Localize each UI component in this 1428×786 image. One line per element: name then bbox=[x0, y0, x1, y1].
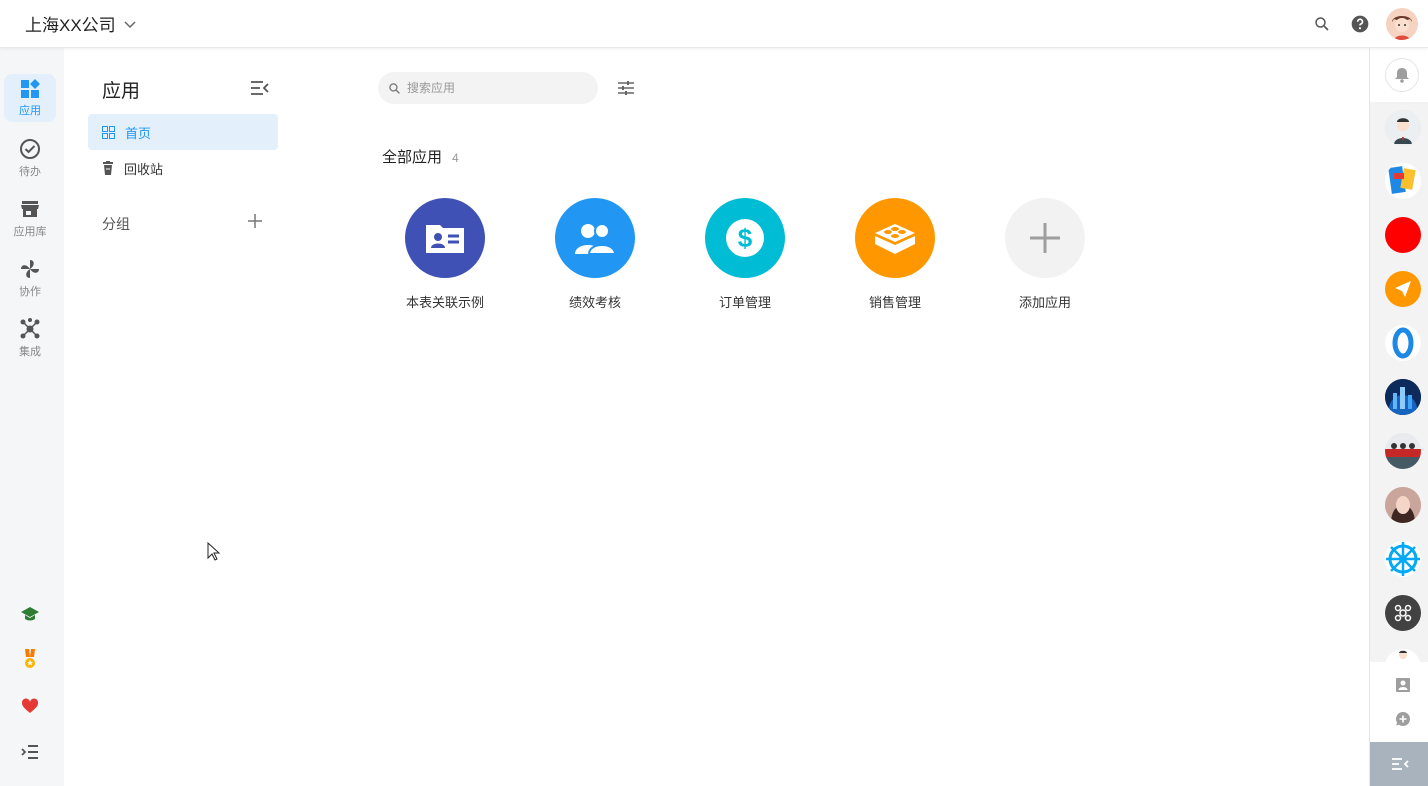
app-icon-circle bbox=[855, 198, 935, 278]
mouse-cursor-icon bbox=[207, 542, 221, 561]
brick-icon bbox=[875, 224, 915, 254]
contact-avatar[interactable] bbox=[1385, 433, 1421, 469]
contact-list bbox=[1370, 102, 1428, 662]
app-tile[interactable]: 本表关联示例 bbox=[370, 198, 520, 311]
app-panel: 应用 首页 回收站 分组 bbox=[64, 48, 296, 786]
contact-avatar[interactable] bbox=[1385, 325, 1421, 361]
expand-menu-icon[interactable] bbox=[18, 740, 42, 764]
nav-item-apps[interactable]: 应用 bbox=[4, 74, 56, 122]
contact-avatar[interactable] bbox=[1385, 379, 1421, 415]
contact-avatar[interactable] bbox=[1385, 271, 1421, 307]
store-icon bbox=[21, 200, 39, 217]
app-tile[interactable]: 绩效考核 bbox=[520, 198, 670, 311]
medal-icon[interactable] bbox=[18, 648, 42, 672]
add-group-icon[interactable] bbox=[246, 212, 264, 230]
hub-icon bbox=[20, 317, 40, 338]
nav-item-label: 应用库 bbox=[13, 225, 47, 238]
contact-avatar[interactable] bbox=[1385, 110, 1421, 146]
contact-avatar[interactable] bbox=[1385, 217, 1421, 253]
contact-avatar[interactable] bbox=[1385, 163, 1421, 199]
help-icon[interactable] bbox=[1348, 12, 1372, 36]
section-title-text: 全部应用 bbox=[382, 149, 443, 166]
app-name: 销售管理 bbox=[868, 295, 921, 310]
contact-avatar[interactable] bbox=[1385, 541, 1421, 577]
add-app-tile[interactable]: 添加应用 bbox=[970, 198, 1120, 311]
svg-text:$: $ bbox=[738, 223, 753, 253]
nav-item-label: 协作 bbox=[19, 285, 41, 298]
panel-title: 应用 bbox=[102, 81, 141, 102]
pinwheel-icon bbox=[21, 259, 39, 278]
filter-settings-icon[interactable] bbox=[616, 78, 636, 98]
top-bar: 上海XX公司 bbox=[0, 0, 1428, 48]
company-switcher[interactable]: 上海XX公司 bbox=[25, 11, 138, 36]
users-icon bbox=[575, 223, 617, 255]
search-icon bbox=[389, 82, 400, 94]
left-nav: 应用 待办 应用库 协作 集成 bbox=[0, 48, 64, 786]
contact-avatar[interactable] bbox=[1385, 649, 1421, 662]
app-name: 本表关联示例 bbox=[405, 295, 484, 310]
id-card-icon bbox=[426, 225, 464, 253]
nav-item-integration[interactable]: 集成 bbox=[4, 314, 56, 362]
nav-item-todo[interactable]: 待办 bbox=[4, 134, 56, 182]
nav-item-label: 集成 bbox=[19, 345, 41, 358]
contacts-book-icon[interactable] bbox=[1394, 676, 1412, 694]
menu-item-recycle-bin[interactable]: 回收站 bbox=[88, 150, 278, 186]
app-tile[interactable]: $ 订单管理 bbox=[670, 198, 820, 311]
right-sidebar bbox=[1369, 48, 1428, 786]
collapse-sidebar-button[interactable] bbox=[1370, 742, 1428, 786]
app-name: 添加应用 bbox=[1018, 295, 1071, 310]
menu-item-label: 回收站 bbox=[124, 161, 164, 177]
app-icon-circle bbox=[405, 198, 485, 278]
app-name: 绩效考核 bbox=[568, 295, 621, 310]
nav-item-collaboration[interactable]: 协作 bbox=[4, 254, 56, 302]
search-input[interactable] bbox=[407, 81, 577, 95]
grid-icon bbox=[102, 125, 115, 139]
app-icon-circle: $ bbox=[705, 198, 785, 278]
app-icon-circle bbox=[555, 198, 635, 278]
section-title: 全部应用 4 bbox=[382, 146, 459, 167]
chevron-down-icon bbox=[124, 20, 136, 28]
group-title: 分组 bbox=[102, 216, 130, 232]
add-chat-icon[interactable] bbox=[1394, 710, 1412, 728]
apps-icon bbox=[21, 78, 40, 98]
contact-avatar[interactable] bbox=[1385, 487, 1421, 523]
plus-icon bbox=[1030, 223, 1060, 253]
nav-item-label: 待办 bbox=[19, 165, 41, 178]
trash-icon bbox=[103, 161, 113, 175]
user-avatar[interactable] bbox=[1386, 8, 1418, 40]
nav-item-app-store[interactable]: 应用库 bbox=[4, 194, 56, 242]
search-icon[interactable] bbox=[1310, 12, 1334, 36]
check-circle-icon bbox=[20, 138, 40, 159]
collapse-panel-icon[interactable] bbox=[250, 78, 270, 98]
app-tile[interactable]: 销售管理 bbox=[820, 198, 970, 311]
graduation-cap-icon[interactable] bbox=[18, 602, 42, 626]
dollar-icon: $ bbox=[726, 219, 764, 257]
menu-item-label: 首页 bbox=[125, 125, 152, 141]
app-count: 4 bbox=[452, 151, 459, 165]
app-icon-circle bbox=[1005, 198, 1085, 278]
nav-item-label: 应用 bbox=[19, 104, 41, 117]
contact-avatar[interactable] bbox=[1385, 595, 1421, 631]
app-name: 订单管理 bbox=[718, 295, 771, 310]
company-name: 上海XX公司 bbox=[25, 16, 116, 35]
search-box[interactable] bbox=[378, 72, 598, 104]
collapse-icon bbox=[1391, 758, 1409, 770]
bell-icon[interactable] bbox=[1385, 58, 1419, 92]
heart-icon[interactable] bbox=[18, 694, 42, 718]
app-grid: 本表关联示例 绩效考核 $ 订单管理 销售管理 添加应用 bbox=[370, 198, 1120, 311]
menu-item-home[interactable]: 首页 bbox=[88, 114, 278, 150]
